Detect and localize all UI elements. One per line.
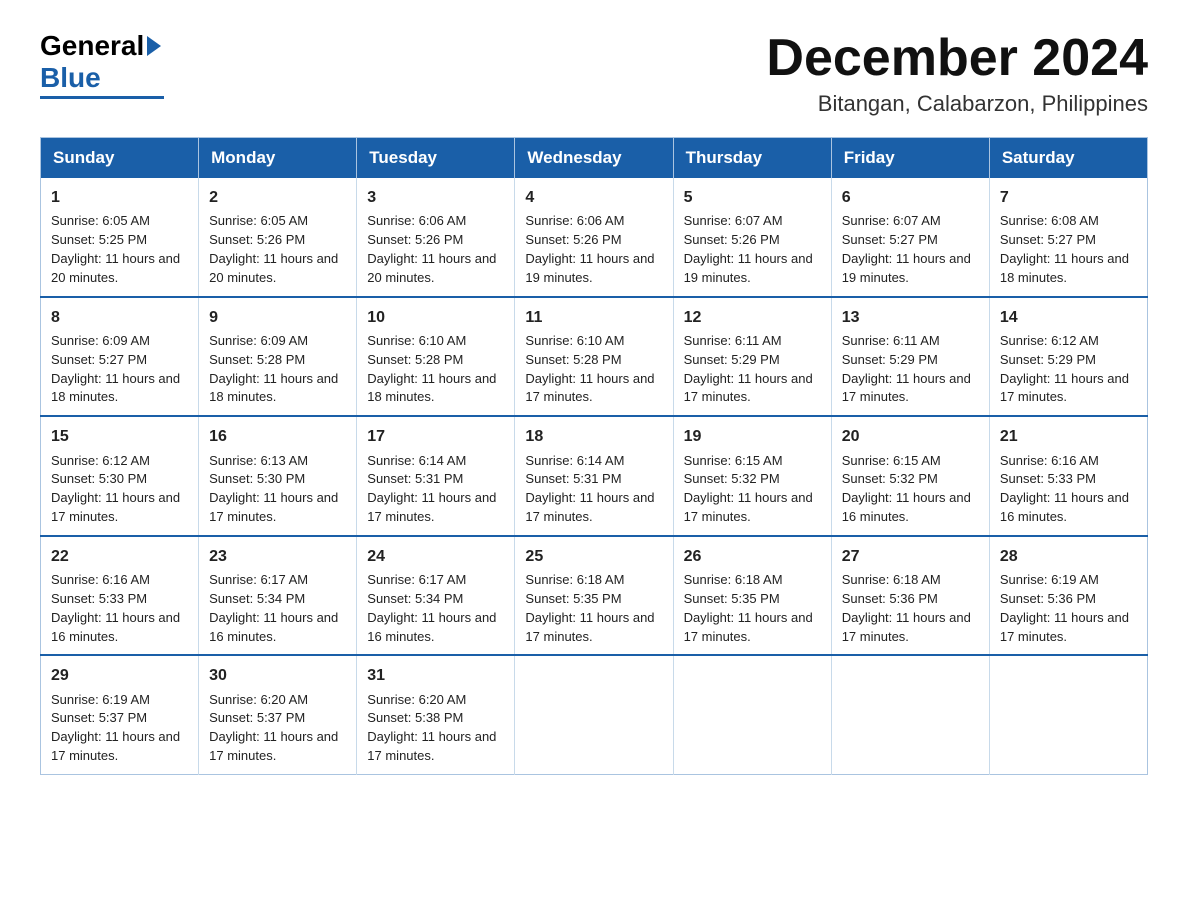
day-number: 12 (684, 306, 821, 329)
calendar-cell: 8Sunrise: 6:09 AMSunset: 5:27 PMDaylight… (41, 297, 199, 417)
calendar-week-row: 22Sunrise: 6:16 AMSunset: 5:33 PMDayligh… (41, 536, 1148, 656)
logo-triangle-icon (147, 36, 161, 56)
calendar-cell: 31Sunrise: 6:20 AMSunset: 5:38 PMDayligh… (357, 655, 515, 774)
day-number: 28 (1000, 545, 1137, 568)
day-number: 23 (209, 545, 346, 568)
calendar-cell: 5Sunrise: 6:07 AMSunset: 5:26 PMDaylight… (673, 178, 831, 297)
day-number: 7 (1000, 186, 1137, 209)
location-subtitle: Bitangan, Calabarzon, Philippines (766, 91, 1148, 117)
calendar-cell: 25Sunrise: 6:18 AMSunset: 5:35 PMDayligh… (515, 536, 673, 656)
calendar-cell: 13Sunrise: 6:11 AMSunset: 5:29 PMDayligh… (831, 297, 989, 417)
calendar-cell: 23Sunrise: 6:17 AMSunset: 5:34 PMDayligh… (199, 536, 357, 656)
logo-general-text: General (40, 30, 144, 62)
day-number: 31 (367, 664, 504, 687)
calendar-cell: 29Sunrise: 6:19 AMSunset: 5:37 PMDayligh… (41, 655, 199, 774)
calendar-cell: 11Sunrise: 6:10 AMSunset: 5:28 PMDayligh… (515, 297, 673, 417)
day-number: 8 (51, 306, 188, 329)
weekday-header-friday: Friday (831, 138, 989, 179)
weekday-header-row: SundayMondayTuesdayWednesdayThursdayFrid… (41, 138, 1148, 179)
title-block: December 2024 Bitangan, Calabarzon, Phil… (766, 30, 1148, 117)
day-number: 10 (367, 306, 504, 329)
calendar-cell: 7Sunrise: 6:08 AMSunset: 5:27 PMDaylight… (989, 178, 1147, 297)
calendar-week-row: 29Sunrise: 6:19 AMSunset: 5:37 PMDayligh… (41, 655, 1148, 774)
weekday-header-thursday: Thursday (673, 138, 831, 179)
calendar-cell: 12Sunrise: 6:11 AMSunset: 5:29 PMDayligh… (673, 297, 831, 417)
day-number: 17 (367, 425, 504, 448)
day-number: 6 (842, 186, 979, 209)
day-number: 19 (684, 425, 821, 448)
page-header: General Blue December 2024 Bitangan, Cal… (40, 30, 1148, 117)
day-number: 27 (842, 545, 979, 568)
day-number: 15 (51, 425, 188, 448)
calendar-cell: 15Sunrise: 6:12 AMSunset: 5:30 PMDayligh… (41, 416, 199, 536)
day-number: 1 (51, 186, 188, 209)
calendar-cell: 21Sunrise: 6:16 AMSunset: 5:33 PMDayligh… (989, 416, 1147, 536)
calendar-cell: 26Sunrise: 6:18 AMSunset: 5:35 PMDayligh… (673, 536, 831, 656)
calendar-cell: 19Sunrise: 6:15 AMSunset: 5:32 PMDayligh… (673, 416, 831, 536)
day-number: 21 (1000, 425, 1137, 448)
calendar-cell: 16Sunrise: 6:13 AMSunset: 5:30 PMDayligh… (199, 416, 357, 536)
calendar-cell: 30Sunrise: 6:20 AMSunset: 5:37 PMDayligh… (199, 655, 357, 774)
calendar-cell: 2Sunrise: 6:05 AMSunset: 5:26 PMDaylight… (199, 178, 357, 297)
day-number: 24 (367, 545, 504, 568)
calendar-week-row: 8Sunrise: 6:09 AMSunset: 5:27 PMDaylight… (41, 297, 1148, 417)
weekday-header-monday: Monday (199, 138, 357, 179)
day-number: 13 (842, 306, 979, 329)
day-number: 25 (525, 545, 662, 568)
day-number: 4 (525, 186, 662, 209)
calendar-cell: 3Sunrise: 6:06 AMSunset: 5:26 PMDaylight… (357, 178, 515, 297)
day-number: 20 (842, 425, 979, 448)
calendar-cell: 1Sunrise: 6:05 AMSunset: 5:25 PMDaylight… (41, 178, 199, 297)
day-number: 18 (525, 425, 662, 448)
calendar-cell: 4Sunrise: 6:06 AMSunset: 5:26 PMDaylight… (515, 178, 673, 297)
calendar-cell: 17Sunrise: 6:14 AMSunset: 5:31 PMDayligh… (357, 416, 515, 536)
day-number: 5 (684, 186, 821, 209)
calendar-cell (515, 655, 673, 774)
weekday-header-sunday: Sunday (41, 138, 199, 179)
logo-blue-text: Blue (40, 62, 101, 94)
calendar-cell: 18Sunrise: 6:14 AMSunset: 5:31 PMDayligh… (515, 416, 673, 536)
calendar-cell: 14Sunrise: 6:12 AMSunset: 5:29 PMDayligh… (989, 297, 1147, 417)
calendar-cell (989, 655, 1147, 774)
day-number: 26 (684, 545, 821, 568)
calendar-cell: 27Sunrise: 6:18 AMSunset: 5:36 PMDayligh… (831, 536, 989, 656)
weekday-header-wednesday: Wednesday (515, 138, 673, 179)
calendar-week-row: 1Sunrise: 6:05 AMSunset: 5:25 PMDaylight… (41, 178, 1148, 297)
calendar-table: SundayMondayTuesdayWednesdayThursdayFrid… (40, 137, 1148, 775)
day-number: 9 (209, 306, 346, 329)
weekday-header-saturday: Saturday (989, 138, 1147, 179)
day-number: 11 (525, 306, 662, 329)
weekday-header-tuesday: Tuesday (357, 138, 515, 179)
calendar-cell: 28Sunrise: 6:19 AMSunset: 5:36 PMDayligh… (989, 536, 1147, 656)
calendar-cell: 10Sunrise: 6:10 AMSunset: 5:28 PMDayligh… (357, 297, 515, 417)
calendar-header: SundayMondayTuesdayWednesdayThursdayFrid… (41, 138, 1148, 179)
day-number: 14 (1000, 306, 1137, 329)
calendar-cell: 22Sunrise: 6:16 AMSunset: 5:33 PMDayligh… (41, 536, 199, 656)
calendar-cell (673, 655, 831, 774)
day-number: 22 (51, 545, 188, 568)
calendar-cell (831, 655, 989, 774)
calendar-cell: 20Sunrise: 6:15 AMSunset: 5:32 PMDayligh… (831, 416, 989, 536)
logo-underline (40, 96, 164, 99)
calendar-cell: 6Sunrise: 6:07 AMSunset: 5:27 PMDaylight… (831, 178, 989, 297)
day-number: 2 (209, 186, 346, 209)
calendar-cell: 24Sunrise: 6:17 AMSunset: 5:34 PMDayligh… (357, 536, 515, 656)
logo: General Blue (40, 30, 164, 99)
day-number: 30 (209, 664, 346, 687)
calendar-body: 1Sunrise: 6:05 AMSunset: 5:25 PMDaylight… (41, 178, 1148, 774)
day-number: 16 (209, 425, 346, 448)
day-number: 29 (51, 664, 188, 687)
day-number: 3 (367, 186, 504, 209)
calendar-week-row: 15Sunrise: 6:12 AMSunset: 5:30 PMDayligh… (41, 416, 1148, 536)
month-title: December 2024 (766, 30, 1148, 87)
calendar-cell: 9Sunrise: 6:09 AMSunset: 5:28 PMDaylight… (199, 297, 357, 417)
